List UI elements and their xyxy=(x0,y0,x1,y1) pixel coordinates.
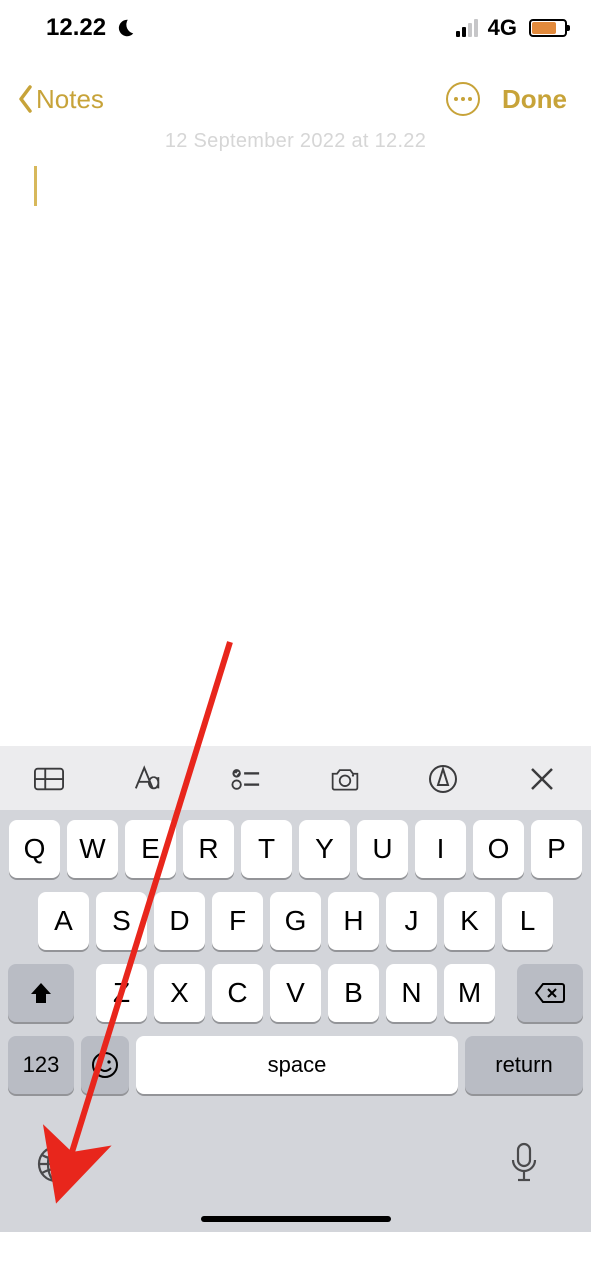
checklist-icon xyxy=(231,764,261,794)
key-n[interactable]: N xyxy=(386,964,437,1022)
key-l[interactable]: L xyxy=(502,892,553,950)
key-f[interactable]: F xyxy=(212,892,263,950)
key-m[interactable]: M xyxy=(444,964,495,1022)
keyboard-row-4: 123 space return xyxy=(6,1036,585,1108)
key-k[interactable]: K xyxy=(444,892,495,950)
key-i[interactable]: I xyxy=(415,820,466,878)
key-b[interactable]: B xyxy=(328,964,379,1022)
key-a[interactable]: A xyxy=(38,892,89,950)
key-e[interactable]: E xyxy=(125,820,176,878)
shift-icon xyxy=(28,980,54,1006)
done-button[interactable]: Done xyxy=(502,84,567,115)
camera-button[interactable] xyxy=(324,762,366,796)
key-z[interactable]: Z xyxy=(96,964,147,1022)
format-icon xyxy=(133,764,163,794)
markup-icon xyxy=(428,764,458,794)
keyboard-row-3: Z X C V B N M xyxy=(6,964,585,1022)
keyboard-row-1: Q W E R T Y U I O P xyxy=(6,820,585,878)
key-r[interactable]: R xyxy=(183,820,234,878)
note-toolbar xyxy=(0,746,591,810)
key-j[interactable]: J xyxy=(386,892,437,950)
key-s[interactable]: S xyxy=(96,892,147,950)
key-t[interactable]: T xyxy=(241,820,292,878)
microphone-icon xyxy=(509,1142,539,1184)
key-c[interactable]: C xyxy=(212,964,263,1022)
key-x[interactable]: X xyxy=(154,964,205,1022)
key-h[interactable]: H xyxy=(328,892,379,950)
home-indicator[interactable] xyxy=(201,1216,391,1222)
note-date: 12 September 2022 at 12.22 xyxy=(34,126,557,153)
signal-icon xyxy=(456,19,478,37)
system-bar xyxy=(0,1126,591,1232)
chevron-back-icon xyxy=(18,85,34,113)
emoji-key[interactable] xyxy=(81,1036,129,1094)
keyboard: Q W E R T Y U I O P A S D F G H J K L Z … xyxy=(0,810,591,1126)
key-o[interactable]: O xyxy=(473,820,524,878)
more-button[interactable] xyxy=(446,82,480,116)
checklist-button[interactable] xyxy=(225,762,267,796)
shift-key[interactable] xyxy=(8,964,74,1022)
format-button[interactable] xyxy=(127,762,169,796)
close-icon xyxy=(527,764,557,794)
battery-fill xyxy=(532,22,556,34)
markup-button[interactable] xyxy=(422,762,464,796)
status-bar: 12.22 4G xyxy=(0,0,591,48)
battery-icon xyxy=(529,19,567,37)
globe-icon xyxy=(36,1144,76,1184)
keyboard-row-2: A S D F G H J K L xyxy=(6,892,585,950)
close-toolbar-button[interactable] xyxy=(521,762,563,796)
key-q[interactable]: Q xyxy=(9,820,60,878)
space-key[interactable]: space xyxy=(136,1036,458,1094)
status-time: 12.22 xyxy=(46,14,106,42)
table-icon xyxy=(34,764,64,794)
key-d[interactable]: D xyxy=(154,892,205,950)
backspace-key[interactable] xyxy=(517,964,583,1022)
note-editor[interactable]: 12 September 2022 at 12.22 xyxy=(0,126,591,746)
emoji-icon xyxy=(91,1051,119,1079)
do-not-disturb-icon xyxy=(114,17,136,39)
nav-bar: Notes Done xyxy=(0,48,591,126)
key-p[interactable]: P xyxy=(531,820,582,878)
back-button[interactable]: Notes xyxy=(18,84,104,115)
globe-button[interactable] xyxy=(36,1144,76,1189)
key-g[interactable]: G xyxy=(270,892,321,950)
connection-label: 4G xyxy=(488,15,517,41)
text-caret xyxy=(34,166,37,206)
dictation-button[interactable] xyxy=(509,1142,539,1189)
key-u[interactable]: U xyxy=(357,820,408,878)
camera-icon xyxy=(330,764,360,794)
backspace-icon xyxy=(534,981,566,1005)
key-y[interactable]: Y xyxy=(299,820,350,878)
numeric-key[interactable]: 123 xyxy=(8,1036,74,1094)
return-key[interactable]: return xyxy=(465,1036,583,1094)
key-v[interactable]: V xyxy=(270,964,321,1022)
key-w[interactable]: W xyxy=(67,820,118,878)
table-button[interactable] xyxy=(28,762,70,796)
back-label: Notes xyxy=(36,84,104,115)
